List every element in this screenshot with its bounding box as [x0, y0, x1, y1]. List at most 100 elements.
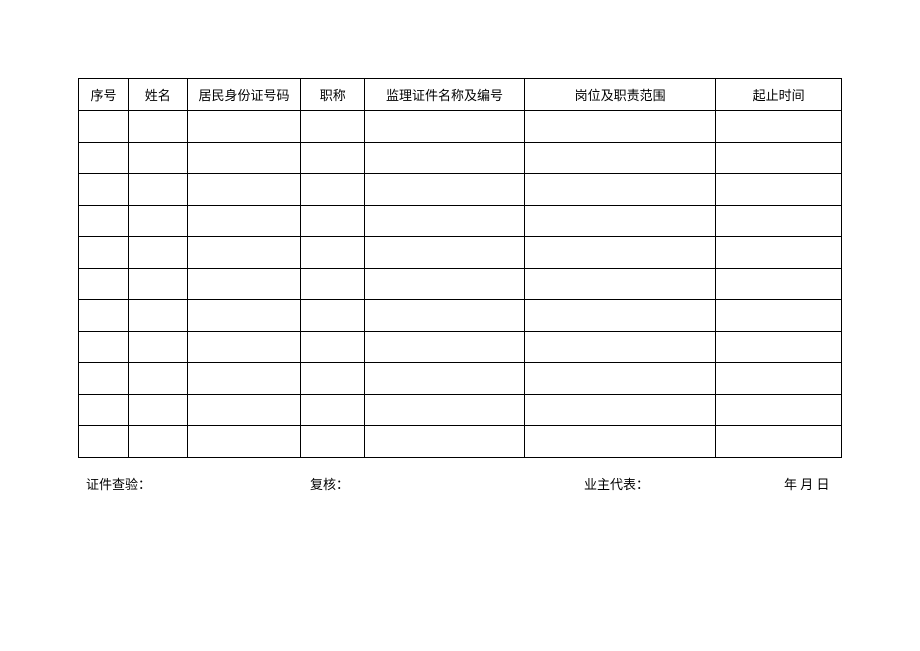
table-cell: [524, 363, 716, 395]
table-cell: [524, 426, 716, 458]
table-cell: [524, 111, 716, 143]
table-cell: [187, 111, 301, 143]
header-title: 职称: [301, 79, 365, 111]
form-container: 序号 姓名 居民身份证号码 职称 监理证件名称及编号 岗位及职责范围 起止时间 …: [0, 0, 920, 493]
table-row: [79, 426, 842, 458]
table-cell: [524, 394, 716, 426]
table-row: [79, 237, 842, 269]
table-cell: [79, 394, 129, 426]
table-cell: [365, 300, 525, 332]
table-cell: [129, 111, 188, 143]
table-cell: [365, 426, 525, 458]
table-cell: [79, 142, 129, 174]
table-cell: [716, 237, 842, 269]
table-cell: [301, 205, 365, 237]
table-row: [79, 174, 842, 206]
table-cell: [79, 205, 129, 237]
table-cell: [79, 331, 129, 363]
table-cell: [365, 331, 525, 363]
table-cell: [79, 363, 129, 395]
table-cell: [524, 142, 716, 174]
table-cell: [716, 426, 842, 458]
table-cell: [129, 426, 188, 458]
header-id: 居民身份证号码: [187, 79, 301, 111]
table-body: [79, 111, 842, 458]
personnel-table: 序号 姓名 居民身份证号码 职称 监理证件名称及编号 岗位及职责范围 起止时间: [78, 78, 842, 458]
header-seq: 序号: [79, 79, 129, 111]
footer-cert-check: 证件查验：: [86, 474, 310, 493]
table-cell: [524, 237, 716, 269]
table-cell: [301, 142, 365, 174]
footer-date: 年 月 日: [784, 474, 830, 493]
table-cell: [187, 331, 301, 363]
table-cell: [187, 363, 301, 395]
table-cell: [301, 174, 365, 206]
table-cell: [301, 331, 365, 363]
table-row: [79, 268, 842, 300]
table-cell: [301, 394, 365, 426]
table-cell: [301, 111, 365, 143]
table-cell: [524, 300, 716, 332]
table-cell: [129, 363, 188, 395]
table-cell: [524, 268, 716, 300]
table-cell: [524, 331, 716, 363]
table-cell: [716, 363, 842, 395]
header-time: 起止时间: [716, 79, 842, 111]
table-cell: [79, 426, 129, 458]
header-role: 岗位及职责范围: [524, 79, 716, 111]
table-cell: [716, 142, 842, 174]
table-row: [79, 331, 842, 363]
table-cell: [365, 111, 525, 143]
footer-row: 证件查验： 复核： 业主代表： 年 月 日: [78, 474, 842, 493]
footer-review: 复核：: [310, 474, 584, 493]
table-row: [79, 363, 842, 395]
table-cell: [79, 237, 129, 269]
table-cell: [716, 111, 842, 143]
table-cell: [129, 394, 188, 426]
table-cell: [187, 205, 301, 237]
table-cell: [129, 205, 188, 237]
table-cell: [187, 268, 301, 300]
table-cell: [129, 142, 188, 174]
table-cell: [301, 300, 365, 332]
table-cell: [365, 142, 525, 174]
table-cell: [716, 331, 842, 363]
table-cell: [716, 268, 842, 300]
table-cell: [187, 394, 301, 426]
table-cell: [129, 174, 188, 206]
table-cell: [129, 237, 188, 269]
table-cell: [301, 426, 365, 458]
table-cell: [301, 268, 365, 300]
table-row: [79, 394, 842, 426]
table-cell: [716, 300, 842, 332]
table-cell: [524, 174, 716, 206]
table-cell: [716, 174, 842, 206]
table-cell: [716, 394, 842, 426]
table-cell: [716, 205, 842, 237]
table-row: [79, 205, 842, 237]
table-cell: [187, 174, 301, 206]
table-cell: [365, 205, 525, 237]
table-cell: [365, 363, 525, 395]
table-cell: [187, 142, 301, 174]
header-name: 姓名: [129, 79, 188, 111]
table-cell: [365, 237, 525, 269]
table-cell: [365, 394, 525, 426]
table-cell: [187, 300, 301, 332]
table-cell: [79, 300, 129, 332]
table-cell: [79, 174, 129, 206]
table-cell: [524, 205, 716, 237]
table-cell: [301, 363, 365, 395]
table-header-row: 序号 姓名 居民身份证号码 职称 监理证件名称及编号 岗位及职责范围 起止时间: [79, 79, 842, 111]
table-cell: [79, 111, 129, 143]
table-row: [79, 300, 842, 332]
table-cell: [129, 331, 188, 363]
table-cell: [129, 300, 188, 332]
table-cell: [79, 268, 129, 300]
table-cell: [129, 268, 188, 300]
table-cell: [365, 174, 525, 206]
table-cell: [187, 237, 301, 269]
table-row: [79, 142, 842, 174]
footer-owner-rep: 业主代表：: [584, 474, 784, 493]
table-cell: [365, 268, 525, 300]
